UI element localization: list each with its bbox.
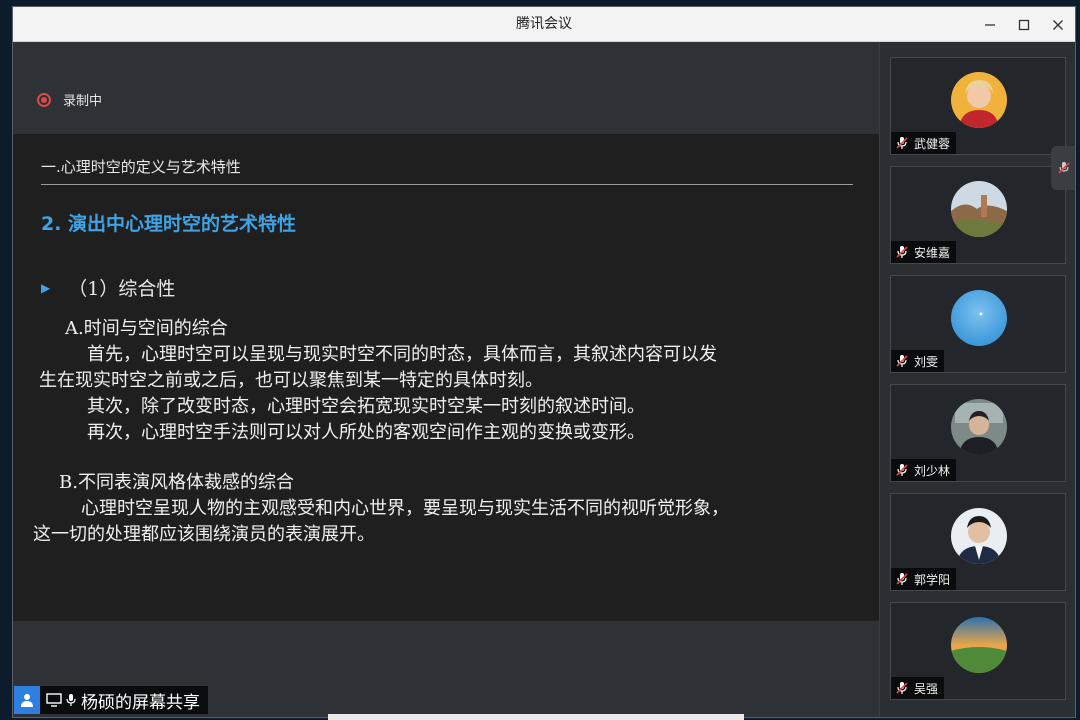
recording-indicator[interactable]: 录制中 (37, 90, 102, 109)
record-icon (37, 92, 51, 107)
mic-muted-icon (1058, 162, 1070, 174)
taskbar-edge (328, 714, 744, 720)
participant-name-tag: 安维嘉 (891, 241, 957, 263)
participant-tile[interactable]: 吴强 (890, 602, 1066, 700)
share-label-text: 杨硕的屏幕共享 (81, 692, 200, 713)
window-title: 腾讯会议 (516, 16, 572, 32)
slide-section-title: 一.心理时空的定义与艺术特性 (41, 158, 241, 176)
participant-tile[interactable]: 刘少林 (890, 384, 1066, 482)
maximize-icon (1018, 19, 1030, 30)
landscape-avatar-icon (951, 617, 1007, 673)
slide-subtitle: 2. 演出中心理时空的艺术特性 (41, 213, 297, 235)
person-avatar-icon (951, 399, 1007, 455)
slide-body-b: B.不同表演风格体裁感的综合 心理时空呈现人物的主观感受和内心世界，要呈现与现实… (33, 470, 863, 548)
participant-tile[interactable]: 武健蓉 (890, 57, 1066, 155)
paragraph-heading: A.时间与空间的综合 (65, 318, 228, 339)
slide-divider (41, 184, 853, 185)
mic-muted-icon (896, 464, 908, 476)
presentation-slide: 一.心理时空的定义与艺术特性 2. 演出中心理时空的艺术特性 ▶ （1）综合性 … (13, 134, 879, 621)
slide-body-a: A.时间与空间的综合 首先，心理时空可以呈现与现实时空不同的时态，具体而言，其叙… (39, 316, 869, 446)
sky-avatar-icon (951, 290, 1007, 346)
participant-name-tag: 吴强 (891, 677, 945, 699)
window-controls (973, 7, 1075, 42)
close-icon (1053, 19, 1063, 30)
mic-muted-icon (896, 137, 908, 149)
participant-tile[interactable]: 刘雯 (890, 275, 1066, 373)
person-avatar-icon (951, 508, 1007, 564)
shared-screen-area: 录制中 一.心理时空的定义与艺术特性 2. 演出中心理时空的艺术特性 ▶ （1）… (13, 42, 879, 717)
title-bar: 腾讯会议 (13, 7, 1075, 42)
bullet-text: （1）综合性 (68, 278, 176, 300)
participant-name: 刘雯 (914, 354, 939, 369)
participant-tile[interactable]: 安维嘉 (890, 166, 1066, 264)
mic-muted-icon (896, 355, 908, 367)
paragraph-line: 再次，心理时空手法则可以对人所处的客观空间作主观的变换或变形。 (87, 422, 645, 443)
minimize-icon (985, 23, 995, 26)
user-icon (14, 686, 40, 714)
participant-video-list: 武健蓉 安维嘉 刘雯 刘少林 郭学阳 吴强 (879, 42, 1075, 717)
participant-name-tag: 武健蓉 (891, 132, 957, 154)
participant-name: 安维嘉 (914, 245, 951, 260)
maximize-button[interactable] (1007, 7, 1041, 42)
paragraph-line: 首先，心理时空可以呈现与现实时空不同的时态，具体而言，其叙述内容可以发 (87, 344, 717, 365)
mic-muted-icon (896, 246, 908, 258)
close-button[interactable] (1041, 7, 1075, 42)
microphone-icon (66, 694, 76, 706)
person-avatar-icon (951, 72, 1007, 128)
landscape-avatar-icon (951, 181, 1007, 237)
bullet-arrow-icon: ▶ (41, 280, 51, 295)
screen-share-label[interactable]: 杨硕的屏幕共享 (14, 686, 208, 714)
paragraph-line: 这一切的处理都应该围绕演员的表演展开。 (33, 524, 375, 545)
mic-muted-icon (896, 682, 908, 694)
paragraph-line: 生在现实时空之前或之后，也可以聚焦到某一特定的具体时刻。 (39, 370, 543, 391)
participant-name: 刘少林 (914, 463, 951, 478)
paragraph-line: 其次，除了改变时态，心理时空会拓宽现实时空某一时刻的叙述时间。 (87, 396, 645, 417)
minimize-button[interactable] (973, 7, 1007, 42)
paragraph-heading: B.不同表演风格体裁感的综合 (59, 472, 294, 493)
share-status-icons (40, 693, 81, 707)
participant-tile[interactable]: 郭学阳 (890, 493, 1066, 591)
participant-name-tag: 刘少林 (891, 459, 957, 481)
participant-name: 郭学阳 (914, 572, 951, 587)
participant-name: 武健蓉 (914, 136, 951, 151)
slide-bullet: ▶ （1）综合性 (41, 274, 175, 301)
paragraph-line: 心理时空呈现人物的主观感受和内心世界，要呈现与现实生活不同的视听觉形象， (81, 498, 729, 519)
participant-name-tag: 郭学阳 (891, 568, 957, 590)
mic-muted-icon (896, 573, 908, 585)
screen-share-icon (46, 693, 62, 707)
participant-name: 吴强 (914, 681, 939, 696)
meeting-window: 腾讯会议 录制中 一.心理时空的定义与艺术特性 2. 演出中心理时空的艺术特性 … (12, 6, 1076, 718)
recording-label: 录制中 (63, 94, 103, 109)
collapse-handle[interactable] (1051, 146, 1075, 190)
participant-name-tag: 刘雯 (891, 350, 945, 372)
